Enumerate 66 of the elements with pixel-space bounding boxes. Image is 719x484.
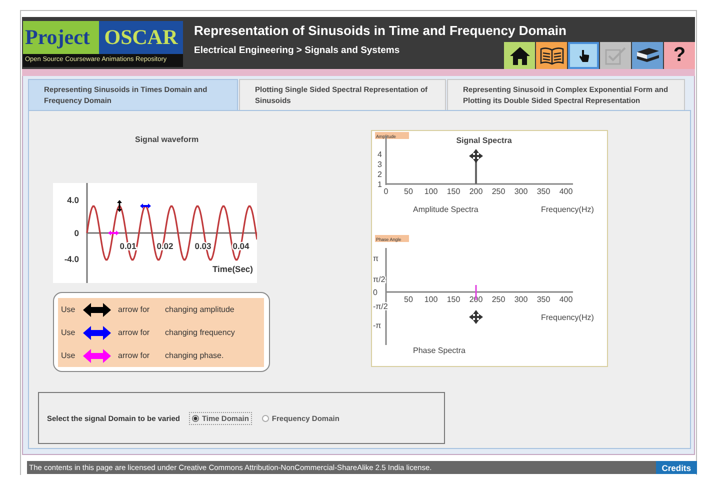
tick-label: 0 [373, 288, 378, 297]
tick-label: 300 [514, 187, 528, 196]
axis-label: Amplitude Spectra [413, 205, 478, 214]
move-icon[interactable] [469, 310, 483, 324]
book-icon [540, 46, 564, 64]
logo-project: Project [23, 21, 99, 54]
app-title: Representation of Sinusoids in Time and Frequency Domain [194, 23, 568, 38]
tick-label: 100 [424, 187, 438, 196]
legend-text: changing frequency [165, 328, 235, 337]
tick-label: π [373, 254, 379, 263]
move-icon[interactable] [469, 149, 483, 163]
radio-button[interactable] [262, 414, 269, 422]
credits-button[interactable]: Credits [656, 461, 697, 474]
tick-label: -π [373, 321, 382, 330]
legend-text: Use [61, 305, 76, 314]
tick-label: 250 [492, 295, 506, 304]
book-button[interactable] [536, 42, 567, 69]
chart-title: Signal waveform [135, 135, 199, 144]
tick-label: 350 [536, 295, 550, 304]
tick-label: 350 [536, 187, 550, 196]
axis-label: Frequency(Hz) [541, 313, 594, 322]
tick-label: 0 [74, 228, 79, 238]
axis-label: Time(Sec) [212, 264, 253, 274]
tick-label: 100 [424, 295, 438, 304]
books-button[interactable] [632, 42, 663, 69]
tick-label: 2 [378, 170, 382, 179]
legend-text: changing amplitude [165, 305, 234, 314]
tick-label: 4.0 [67, 195, 79, 205]
pointer-button[interactable] [568, 42, 599, 69]
tick-label: 1 [378, 180, 382, 189]
chart-title: Signal Spectra [456, 136, 512, 145]
phase-handle-icon[interactable] [108, 230, 119, 236]
amplitude-handle-icon[interactable] [117, 200, 122, 212]
help-button[interactable]: ? [664, 42, 695, 69]
tick-label: 400 [559, 187, 573, 196]
tick-label: 200 [469, 295, 483, 304]
radio-button[interactable] [192, 414, 199, 422]
tick-label: 3 [378, 160, 382, 169]
books-icon [634, 46, 660, 64]
tick-label: 150 [446, 187, 460, 196]
legend-text: arrow for [118, 328, 151, 337]
axis-label: Phase Spectra [413, 346, 466, 355]
frequency-handle-icon[interactable] [140, 204, 151, 208]
home-button[interactable] [504, 42, 535, 69]
hand-cursor-icon [578, 48, 590, 62]
legend-text: arrow for [118, 351, 151, 360]
breadcrumb: Electrical Engineering > Signals and Systems [194, 45, 400, 56]
tick-label: 4 [378, 150, 382, 159]
tick-label: 50 [404, 295, 413, 304]
tick-label: 0 [384, 187, 388, 196]
tick-label: 300 [514, 295, 528, 304]
tick-label: 400 [559, 295, 573, 304]
logo-oscar: OSCAR [99, 21, 183, 54]
legend-text: arrow for [118, 305, 151, 314]
checklist-icon [604, 46, 626, 64]
legend-text: changing phase. [165, 351, 224, 360]
legend-text: Use [61, 351, 76, 360]
axis-label: Frequency(Hz) [541, 205, 594, 214]
tick-label: 200 [469, 187, 483, 196]
legend-text: Use [61, 328, 76, 337]
tick-label: 150 [446, 295, 460, 304]
tick-label: -4.0 [64, 254, 79, 264]
home-icon [508, 46, 530, 66]
tick-label: π/2 [373, 275, 386, 284]
tick-label: 50 [404, 187, 413, 196]
tick-label: 250 [492, 187, 506, 196]
